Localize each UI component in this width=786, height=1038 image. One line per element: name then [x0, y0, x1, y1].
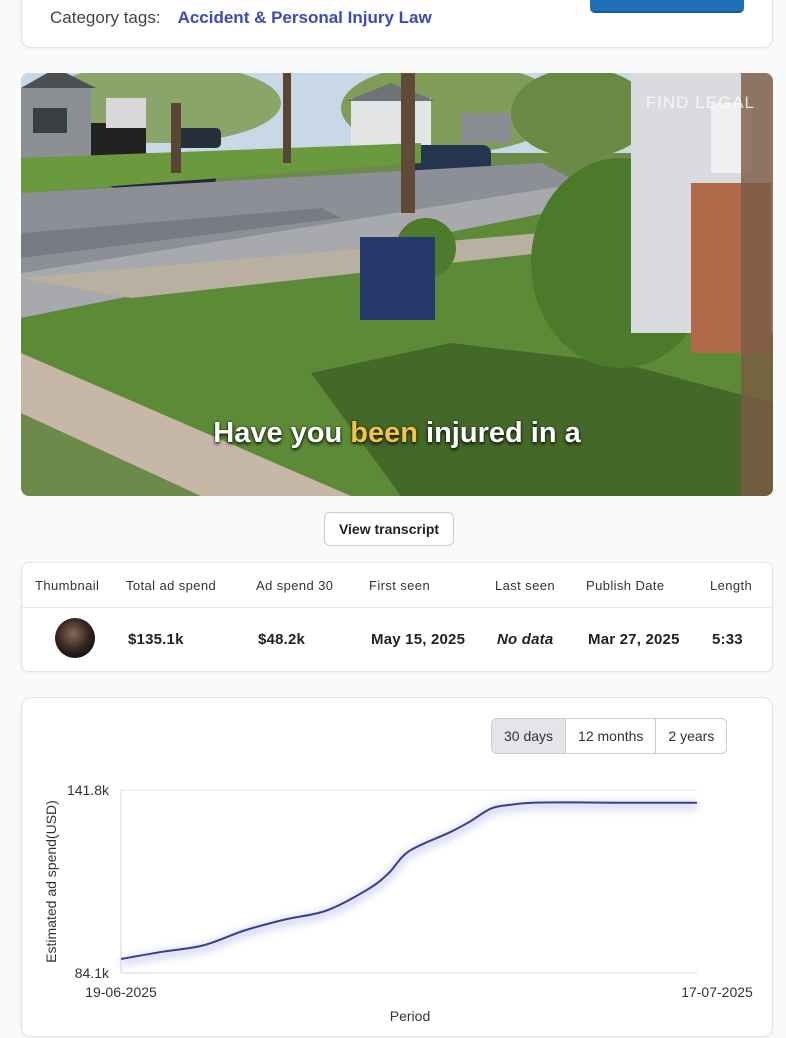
ad-spend-line-chart: 84.1k 141.8k 19-06-2025 17-07-2025 Estimated… — [43, 782, 753, 1024]
view-transcript-button[interactable]: View transcript — [324, 512, 454, 546]
cell-first-seen: May 15, 2025 — [371, 631, 466, 648]
category-tags-label: Category tags: — [50, 8, 161, 27]
header-publish-date: Publish Date — [586, 578, 665, 593]
y-tick-label-min: 84.1k — [75, 965, 110, 981]
category-card: Category tags: Accident & Personal Injur… — [21, 0, 773, 48]
watermark-text: FIND LEGAL — [645, 93, 755, 112]
header-last-seen: Last seen — [495, 578, 555, 593]
cell-publish-date: Mar 27, 2025 — [588, 631, 680, 648]
series-line — [120, 801, 697, 960]
cell-last-seen: No data — [497, 631, 554, 648]
caption-before: Have you — [213, 417, 343, 449]
ad-spend-chart-card: 30 days 12 months 2 years 84.1k 141.8k 19-… — [21, 697, 773, 1037]
x-tick-label-end: 17-07-2025 — [681, 984, 753, 1000]
caption-after: injured in a — [426, 417, 581, 449]
top-action-button[interactable] — [590, 0, 744, 13]
header-first-seen: First seen — [369, 578, 431, 593]
header-length: Length — [710, 578, 753, 593]
caption-highlight: been — [350, 417, 418, 449]
header-total-ad-spend: Total ad spend — [126, 578, 217, 593]
header-ad-spend-30: Ad spend 30 — [256, 578, 334, 593]
table-divider — [22, 607, 772, 608]
redacted-box — [360, 237, 435, 320]
header-thumbnail: Thumbnail — [35, 578, 100, 593]
cell-ad-spend-30: $48.2k — [258, 631, 306, 648]
x-axis-label: Period — [390, 1008, 430, 1024]
category-tags-row: Category tags: Accident & Personal Injur… — [50, 8, 432, 28]
video-player[interactable]: FIND LEGAL Have you been injured in a — [21, 73, 773, 496]
series-line-glow — [120, 801, 697, 966]
category-tag-link[interactable]: Accident & Personal Injury Law — [178, 8, 432, 28]
cell-length: 5:33 — [712, 631, 743, 648]
ad-thumbnail[interactable] — [55, 618, 95, 658]
ad-stats-table: Thumbnail Total ad spend Ad spend 30 Fir… — [21, 562, 773, 672]
x-tick-label-start: 19-06-2025 — [85, 984, 157, 1000]
y-axis-label: Estimated ad spend(USD) — [43, 800, 59, 963]
y-tick-label-max: 141.8k — [67, 782, 110, 798]
video-caption: Have you been injured in a — [21, 417, 773, 450]
cell-total-ad-spend: $135.1k — [128, 631, 184, 648]
